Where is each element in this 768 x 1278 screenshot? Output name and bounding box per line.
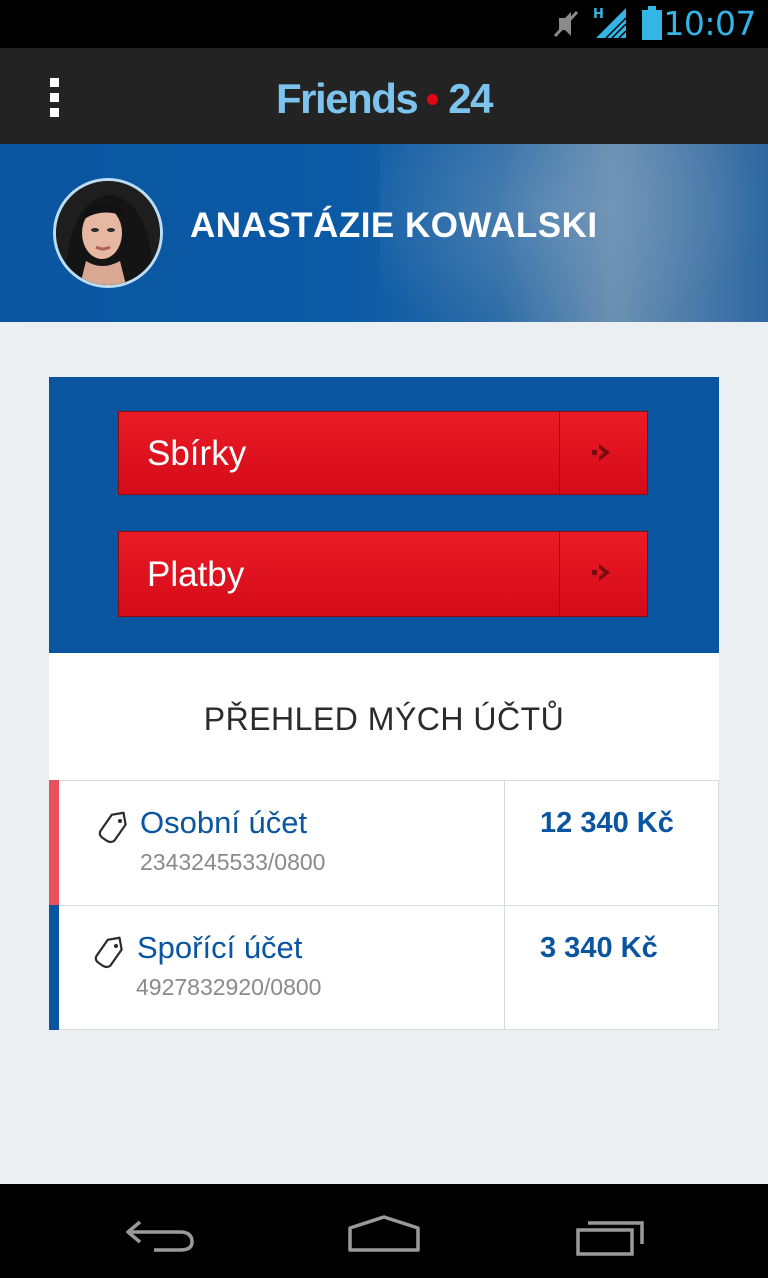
actions-panel: Sbírky Platby <box>49 377 719 653</box>
account-number: 4927832920/0800 <box>136 974 322 1000</box>
arrow-right-icon <box>592 564 610 581</box>
mute-icon <box>551 8 581 45</box>
profile-banner: ANASTÁZIE KOWALSKI <box>0 144 768 322</box>
account-name: Spořící účet <box>137 930 303 965</box>
overview-header: PŘEHLED MÝCH ÚČTŮ <box>49 653 719 781</box>
account-name: Osobní účet <box>140 805 308 840</box>
tag-icon <box>90 936 126 975</box>
account-stripe <box>49 780 59 906</box>
account-row-savings[interactable]: Spořící účet 4927832920/0800 3 340 Kč <box>49 905 719 1030</box>
avatar[interactable] <box>53 178 163 288</box>
battery-icon <box>641 6 663 45</box>
action-bar: Friends 24 <box>0 48 768 144</box>
recent-apps-icon[interactable] <box>574 1218 646 1258</box>
home-icon[interactable] <box>346 1214 422 1254</box>
overflow-menu-icon[interactable] <box>38 76 72 120</box>
avatar-photo <box>56 181 160 285</box>
account-balance: 12 340 Kč <box>540 807 674 839</box>
back-icon[interactable] <box>124 1214 196 1254</box>
app-title: Friends 24 <box>0 48 768 144</box>
signal-icon: H <box>592 4 628 45</box>
status-time: 10:07 <box>663 4 756 43</box>
account-row-personal[interactable]: Osobní účet 2343245533/0800 12 340 Kč <box>49 780 719 906</box>
network-type-label: H <box>593 7 604 22</box>
sbirky-label: Sbírky <box>147 434 247 473</box>
navigation-bar <box>0 1184 768 1278</box>
overview-title: PŘEHLED MÝCH ÚČTŮ <box>203 701 565 737</box>
sbirky-button[interactable]: Sbírky <box>118 411 648 495</box>
platby-arrow[interactable] <box>559 532 647 616</box>
sbirky-arrow[interactable] <box>559 412 647 494</box>
platby-label: Platby <box>147 555 245 594</box>
user-name: ANASTÁZIE KOWALSKI <box>190 206 598 245</box>
account-balance: 3 340 Kč <box>540 932 658 964</box>
arrow-right-icon <box>592 444 610 461</box>
tag-icon <box>94 811 130 850</box>
status-bar: H 10:07 <box>0 0 768 48</box>
platby-button[interactable]: Platby <box>118 531 648 617</box>
account-number: 2343245533/0800 <box>140 849 326 875</box>
title-dot-icon <box>427 94 439 106</box>
app-title-right: 24 <box>448 75 493 122</box>
app-title-left: Friends <box>276 75 419 122</box>
account-stripe <box>49 905 59 1030</box>
